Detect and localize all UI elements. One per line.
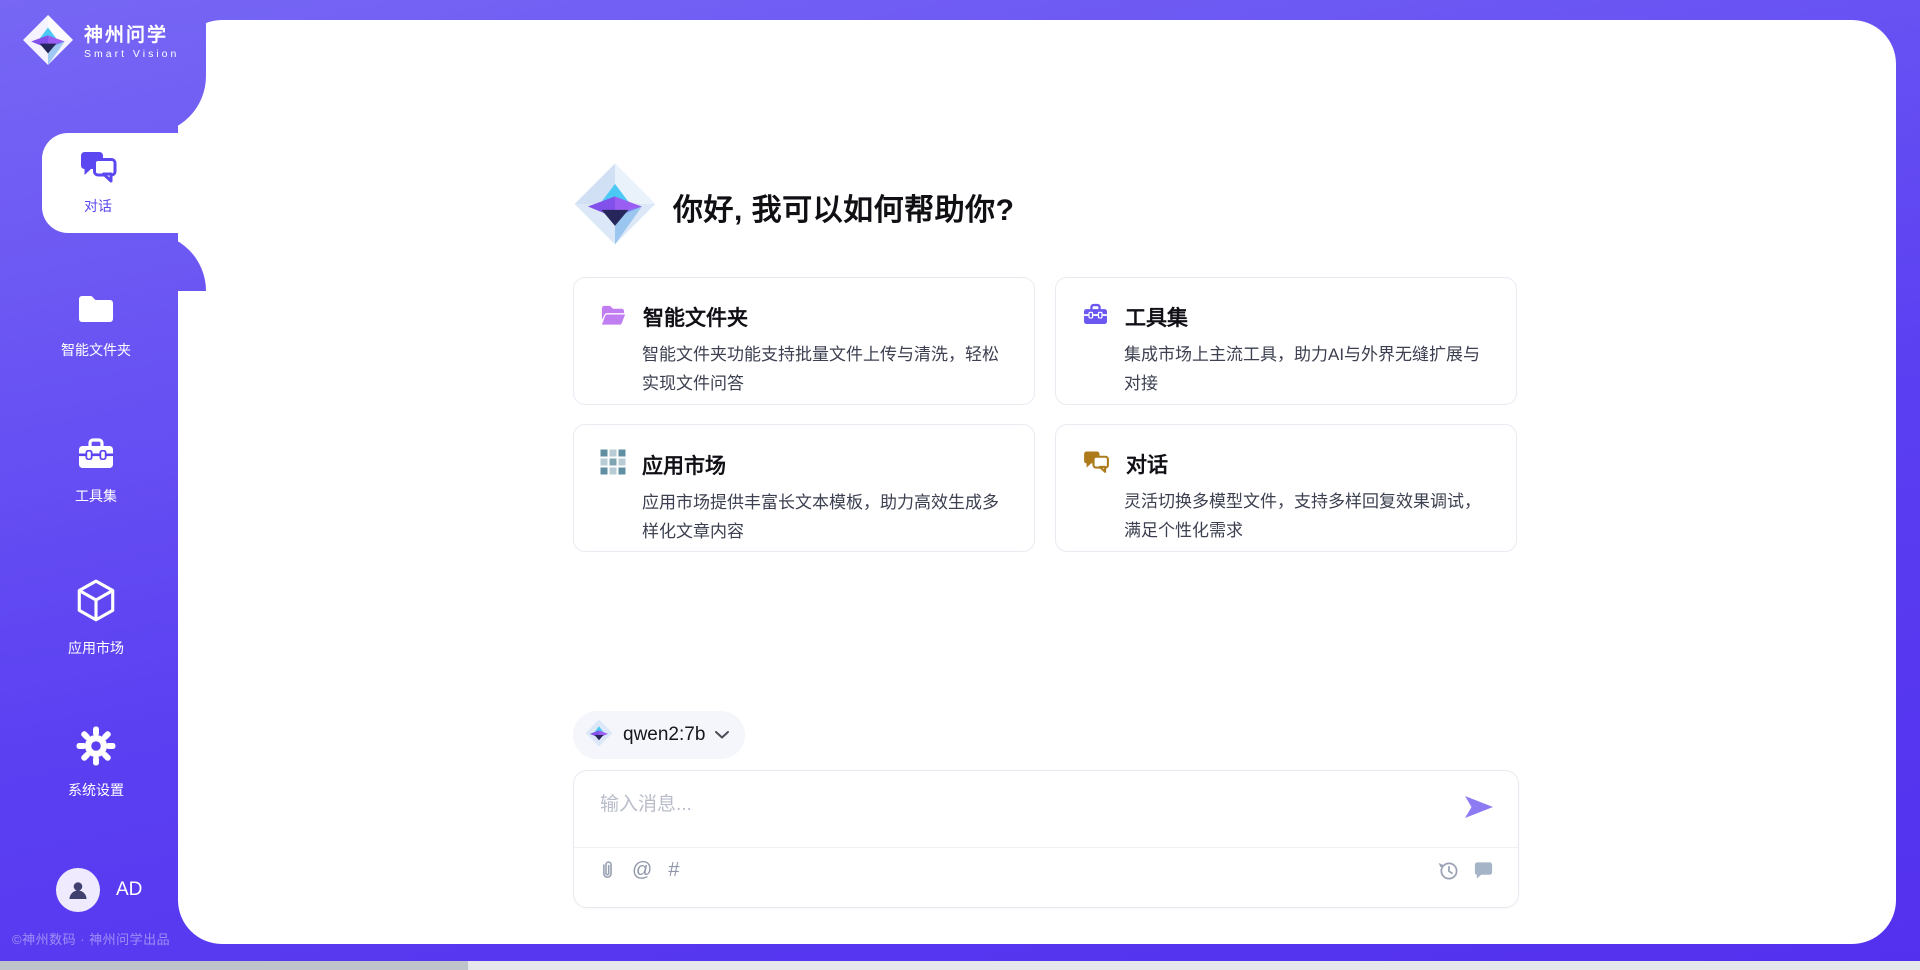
card-chat[interactable]: 对话 灵活切换多模型文件，支持多样回复效果调试，满足个性化需求 xyxy=(1055,424,1517,552)
gem-logo-icon xyxy=(573,162,657,251)
attach-file-button[interactable] xyxy=(598,859,616,881)
message-input[interactable] xyxy=(598,787,1452,843)
card-title: 对话 xyxy=(1126,449,1168,479)
topic-button[interactable]: # xyxy=(668,860,679,880)
card-description: 灵活切换多模型文件，支持多样回复效果调试，满足个性化需求 xyxy=(1124,488,1496,546)
folder-icon xyxy=(76,292,116,331)
sidebar-active-tab-curve xyxy=(0,233,206,291)
paperclip-icon xyxy=(598,859,616,881)
sidebar-item-label: 工具集 xyxy=(75,486,117,506)
card-app-market[interactable]: 应用市场 应用市场提供丰富长文本模板，助力高效生成多样化文章内容 xyxy=(573,424,1035,552)
sidebar-item-chat[interactable]: 对话 xyxy=(42,133,188,233)
card-title: 智能文件夹 xyxy=(643,302,748,332)
history-button[interactable] xyxy=(1438,860,1459,881)
user-initials: AD xyxy=(116,879,142,901)
send-button[interactable] xyxy=(1464,795,1494,819)
chevron-down-icon xyxy=(715,726,729,744)
app-root: 神州问学 Smart Vision 对话 智能文件夹 xyxy=(0,0,1920,970)
avatar xyxy=(56,868,100,912)
card-title: 工具集 xyxy=(1125,302,1188,332)
horizontal-scrollbar xyxy=(0,961,1920,970)
gem-logo-icon xyxy=(585,719,613,752)
card-description: 智能文件夹功能支持批量文件上传与清洗，轻松实现文件问答 xyxy=(642,341,1014,399)
model-selector[interactable]: qwen2:7b xyxy=(573,711,745,759)
user-chip[interactable]: AD xyxy=(56,868,142,912)
history-icon xyxy=(1438,860,1459,881)
brand-name: 神州问学 xyxy=(84,25,179,47)
sidebar-item-app-market[interactable]: 应用市场 xyxy=(0,578,192,658)
composer-divider xyxy=(574,847,1518,848)
briefcase-icon xyxy=(76,436,116,477)
brand-subtitle: Smart Vision xyxy=(84,48,179,60)
scrollbar-thumb[interactable] xyxy=(0,961,468,970)
model-name: qwen2:7b xyxy=(623,724,705,746)
person-icon xyxy=(66,878,90,902)
gem-logo-icon xyxy=(22,14,74,71)
sidebar-item-label: 应用市场 xyxy=(68,638,124,658)
cube-icon xyxy=(75,578,117,629)
greeting-title: 你好, 我可以如何帮助你? xyxy=(673,185,1015,229)
composer: @ # xyxy=(573,770,1519,908)
folder-open-icon xyxy=(600,303,627,332)
at-icon: @ xyxy=(632,860,652,880)
message-icon xyxy=(1473,860,1494,880)
card-toolset[interactable]: 工具集 集成市场上主流工具，助力AI与外界无缝扩展与对接 xyxy=(1055,277,1517,405)
sidebar-item-label: 智能文件夹 xyxy=(61,340,131,360)
hash-icon: # xyxy=(668,860,679,880)
mention-button[interactable]: @ xyxy=(632,860,652,880)
feedback-button[interactable] xyxy=(1473,860,1494,880)
sidebar-item-label: 对话 xyxy=(84,196,112,216)
card-description: 应用市场提供丰富长文本模板，助力高效生成多样化文章内容 xyxy=(642,489,1014,547)
sidebar-item-settings[interactable]: 系统设置 xyxy=(0,726,192,800)
card-title: 应用市场 xyxy=(642,450,726,480)
card-smart-folder[interactable]: 智能文件夹 智能文件夹功能支持批量文件上传与清洗，轻松实现文件问答 xyxy=(573,277,1035,405)
greeting: 你好, 我可以如何帮助你? xyxy=(573,162,1015,251)
gear-icon xyxy=(76,726,116,771)
chat-bubbles-icon xyxy=(1082,450,1110,479)
feature-cards: 智能文件夹 智能文件夹功能支持批量文件上传与清洗，轻松实现文件问答 xyxy=(573,277,1517,552)
sidebar-item-label: 系统设置 xyxy=(68,780,124,800)
sidebar-item-smart-folder[interactable]: 智能文件夹 xyxy=(0,292,192,360)
briefcase-icon xyxy=(1082,302,1109,332)
sidebar-footer: ©神州数码 · 神州问学出品 xyxy=(12,929,170,948)
sidebar-item-toolset[interactable]: 工具集 xyxy=(0,436,192,506)
grid-icon xyxy=(600,449,626,480)
send-icon xyxy=(1464,795,1494,819)
chat-bubbles-icon xyxy=(78,150,118,189)
brand-logo: 神州问学 Smart Vision xyxy=(22,14,179,71)
card-description: 集成市场上主流工具，助力AI与外界无缝扩展与对接 xyxy=(1124,341,1496,399)
